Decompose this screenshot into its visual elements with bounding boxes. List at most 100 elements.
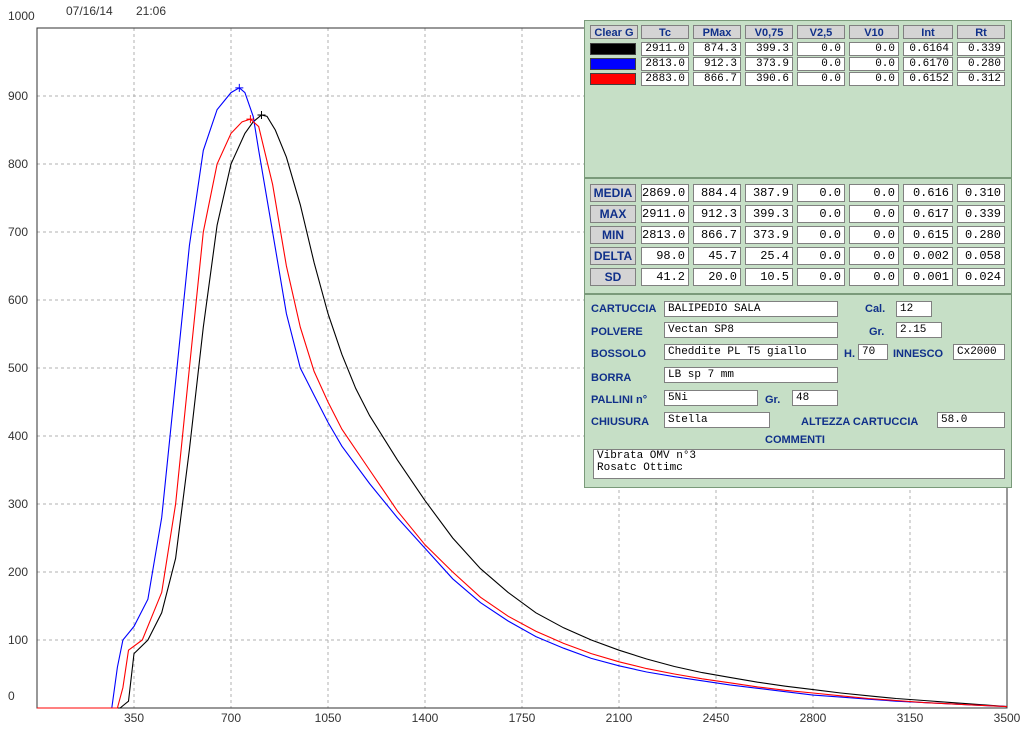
column-header[interactable]: Clear G	[590, 25, 638, 39]
gr-field[interactable]: 2.15	[896, 322, 942, 338]
commenti-line: Rosatc Ottimc	[597, 462, 683, 474]
table-cell: 0.0	[849, 42, 899, 56]
pallini-field[interactable]: 5Ni	[664, 390, 758, 406]
borra-field[interactable]: LB sp 7 mm	[664, 367, 838, 383]
stat-cell: 0.024	[957, 268, 1005, 286]
table-cell: 0.0	[797, 72, 845, 86]
stat-cell: 0.001	[903, 268, 953, 286]
altezza-label: ALTEZZA CARTUCCIA	[801, 416, 919, 428]
commenti-field[interactable]: Vibrata OMV n°3 Rosatc Ottimc	[593, 449, 1005, 479]
x-tick-label: 2800	[800, 711, 827, 725]
y-tick-label: 900	[8, 89, 28, 103]
series-color-swatch[interactable]	[590, 43, 636, 55]
table-cell: 2883.0	[641, 72, 689, 86]
stat-cell: 0.0	[797, 184, 845, 202]
table-cell: 2911.0	[641, 42, 689, 56]
table-cell: 0.0	[849, 57, 899, 71]
h-label: H.	[844, 348, 855, 360]
stat-cell: 2911.0	[641, 205, 689, 223]
x-tick-label: 350	[124, 711, 144, 725]
column-header: V0,75	[745, 25, 793, 39]
series-color-swatch[interactable]	[590, 73, 636, 85]
table-cell: 0.0	[797, 42, 845, 56]
h-field[interactable]: 70	[858, 344, 888, 360]
table-cell: 0.0	[849, 72, 899, 86]
table-cell: 874.3	[693, 42, 741, 56]
table-cell: 373.9	[745, 57, 793, 71]
column-header: Tc	[641, 25, 689, 39]
table-cell: 399.3	[745, 42, 793, 56]
borra-label: BORRA	[591, 372, 632, 384]
stat-label: SD	[590, 268, 636, 286]
stat-cell: 387.9	[745, 184, 793, 202]
x-tick-label: 1050	[315, 711, 342, 725]
bossolo-field[interactable]: Cheddite PL T5 giallo	[664, 344, 838, 360]
stat-cell: 0.0	[797, 226, 845, 244]
y-tick-label: 0	[8, 689, 15, 703]
cartuccia-label: CARTUCCIA	[591, 303, 657, 315]
column-header: V10	[849, 25, 899, 39]
stat-cell: 0.002	[903, 247, 953, 265]
cartuccia-field[interactable]: BALIPEDIO SALA	[664, 301, 838, 317]
stat-cell: 0.0	[849, 226, 899, 244]
table-cell: 0.0	[797, 57, 845, 71]
x-tick-label: 1750	[509, 711, 536, 725]
innesco-label: INNESCO	[893, 348, 944, 360]
x-tick-label: 3150	[897, 711, 924, 725]
y-tick-label: 800	[8, 157, 28, 171]
polvere-field[interactable]: Vectan SP8	[664, 322, 838, 338]
separator	[585, 293, 1011, 295]
stat-cell: 45.7	[693, 247, 741, 265]
table-cell: 0.339	[957, 42, 1005, 56]
separator	[585, 177, 1011, 179]
stat-cell: 912.3	[693, 205, 741, 223]
y-tick-label: 100	[8, 633, 28, 647]
stat-cell: 0.280	[957, 226, 1005, 244]
stat-cell: 0.339	[957, 205, 1005, 223]
gr2-field[interactable]: 48	[792, 390, 838, 406]
stat-cell: 399.3	[745, 205, 793, 223]
date-label: 07/16/14	[66, 4, 113, 18]
stat-cell: 2869.0	[641, 184, 689, 202]
table-cell: 0.6170	[903, 57, 953, 71]
gr-label: Gr.	[869, 326, 885, 338]
table-cell: 0.6164	[903, 42, 953, 56]
stat-cell: 0.617	[903, 205, 953, 223]
stat-cell: 0.058	[957, 247, 1005, 265]
x-tick-label: 1400	[412, 711, 439, 725]
y-tick-label: 400	[8, 429, 28, 443]
stat-cell: 98.0	[641, 247, 689, 265]
table-cell: 0.6152	[903, 72, 953, 86]
stat-cell: 20.0	[693, 268, 741, 286]
series-color-swatch[interactable]	[590, 58, 636, 70]
innesco-field[interactable]: Cx2000	[953, 344, 1005, 360]
stat-cell: 0.0	[849, 184, 899, 202]
stat-cell: 0.0	[797, 268, 845, 286]
stat-cell: 0.616	[903, 184, 953, 202]
stat-cell: 0.310	[957, 184, 1005, 202]
y-tick-label: 1000	[8, 9, 35, 23]
stat-cell: 0.0	[849, 268, 899, 286]
polvere-label: POLVERE	[591, 326, 643, 338]
stat-cell: 0.0	[797, 247, 845, 265]
time-label: 21:06	[136, 4, 167, 18]
chiusura-label: CHIUSURA	[591, 416, 650, 428]
x-tick-label: 3500	[994, 711, 1021, 725]
y-tick-label: 300	[8, 497, 28, 511]
table-cell: 390.6	[745, 72, 793, 86]
stat-cell: 2813.0	[641, 226, 689, 244]
chiusura-field[interactable]: Stella	[664, 412, 770, 428]
commenti-line: Vibrata OMV n°3	[597, 450, 697, 462]
stat-cell: 25.4	[745, 247, 793, 265]
stat-cell: 866.7	[693, 226, 741, 244]
stat-cell: 41.2	[641, 268, 689, 286]
y-tick-label: 500	[8, 361, 28, 375]
column-header: PMax	[693, 25, 741, 39]
altezza-field[interactable]: 58.0	[937, 412, 1005, 428]
cal-field[interactable]: 12	[896, 301, 932, 317]
table-cell: 0.312	[957, 72, 1005, 86]
table-cell: 0.280	[957, 57, 1005, 71]
stat-label: MAX	[590, 205, 636, 223]
y-tick-label: 200	[8, 565, 28, 579]
pallini-label: PALLINI n°	[591, 394, 648, 406]
